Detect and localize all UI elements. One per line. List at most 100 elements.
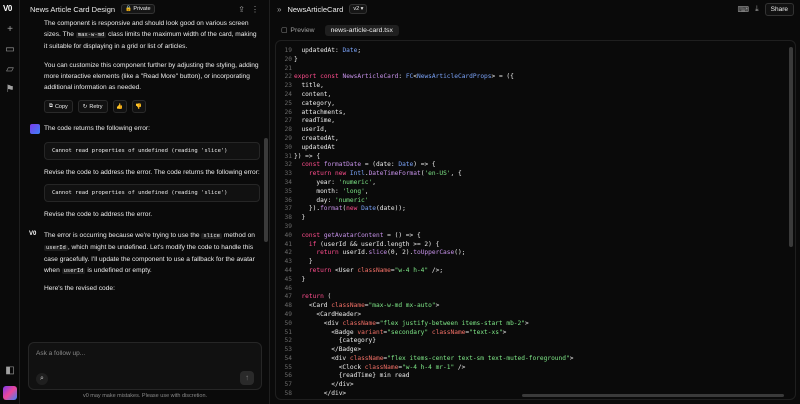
code-line[interactable]: 53 </Badge> xyxy=(276,346,795,355)
line-number: 27 xyxy=(284,117,292,125)
retry-button[interactable]: ↻ Retry xyxy=(77,100,108,113)
code-line[interactable]: 49 <CardHeader> xyxy=(276,311,795,320)
line-number: 44 xyxy=(284,266,292,274)
horizontal-scrollbar[interactable] xyxy=(522,394,784,397)
code-line[interactable]: 20} xyxy=(276,56,795,65)
user-avatar[interactable] xyxy=(3,386,17,400)
code-line[interactable]: 42 return userId.slice(0, 2).toUpperCase… xyxy=(276,249,795,258)
line-text: createdAt, xyxy=(294,134,339,142)
code-line[interactable]: 26 attachments, xyxy=(276,109,795,118)
line-text: <div className="flex justify-between ite… xyxy=(294,319,529,327)
code-line[interactable]: 52 {category} xyxy=(276,337,795,346)
code-line[interactable]: 34 year: 'numeric', xyxy=(276,179,795,188)
code-line[interactable]: 30 updatedAt xyxy=(276,144,795,153)
download-icon[interactable]: ⤓ xyxy=(755,4,759,14)
code-line[interactable]: 29 createdAt, xyxy=(276,135,795,144)
code-line[interactable]: 48 <Card className="max-w-md mx-auto"> xyxy=(276,302,795,311)
copy-button[interactable]: ⧉ Copy xyxy=(44,100,73,113)
line-number: 51 xyxy=(284,328,292,336)
thumbs-up-button[interactable]: 👍 xyxy=(112,100,127,113)
code-line[interactable]: 40 const getAvatarContent = () => { xyxy=(276,232,795,241)
book-icon[interactable]: ▭ xyxy=(4,44,16,56)
line-text: <CardHeader> xyxy=(294,310,362,318)
code-line[interactable]: 23 title, xyxy=(276,82,795,91)
code-line[interactable]: 57 </div> xyxy=(276,381,795,390)
code-line[interactable]: 45 } xyxy=(276,276,795,285)
code-line[interactable]: 47 return ( xyxy=(276,293,795,302)
code-line[interactable]: 51 <Badge variant="secondary" className=… xyxy=(276,329,795,338)
code-line[interactable]: 22 export const NewsArticleCard: FC<NewsA… xyxy=(276,73,795,82)
folder-icon[interactable]: ▱ xyxy=(4,64,16,76)
tab-file[interactable]: news-article-card.tsx xyxy=(324,24,399,36)
code-line[interactable]: 32 const formatDate = (date: Date) => { xyxy=(276,161,795,170)
chat-scrollbar[interactable] xyxy=(264,138,268,242)
line-number: 20 xyxy=(284,55,292,63)
send-button[interactable]: ↑ xyxy=(240,371,254,385)
copy-icon: ⧉ xyxy=(49,103,53,109)
thumbs-down-button[interactable]: 👎 xyxy=(131,100,146,113)
assistant-text: The component is responsive and should l… xyxy=(44,20,257,50)
flag-icon[interactable]: ⚑ xyxy=(4,84,16,96)
sidebar-toggle-icon[interactable]: ◧ xyxy=(4,365,16,377)
line-number: 37 xyxy=(284,205,292,213)
code-line[interactable]: 43 } xyxy=(276,258,795,267)
code-line[interactable]: 19 updatedAt: Date; xyxy=(276,47,795,56)
code-line[interactable]: 41 if (userId && userId.length >= 2) { xyxy=(276,241,795,250)
code-line[interactable]: 50 <div className="flex justify-between … xyxy=(276,320,795,329)
line-number: 26 xyxy=(284,108,292,116)
code-line[interactable]: 27 readTime, xyxy=(276,117,795,126)
code-line[interactable]: 24 content, xyxy=(276,91,795,100)
code-line[interactable]: 21 xyxy=(276,65,795,74)
code-line[interactable]: 33 return new Intl.DateTimeFormat('en-US… xyxy=(276,170,795,179)
line-text: content, xyxy=(294,90,332,98)
private-badge: 🔒 Private xyxy=(121,4,155,14)
chat-title[interactable]: News Article Card Design xyxy=(30,5,115,14)
code-line[interactable]: 39 xyxy=(276,223,795,232)
code-line[interactable]: 36 day: 'numeric' xyxy=(276,197,795,206)
component-name: NewsArticleCard xyxy=(287,4,344,14)
code-line[interactable]: 25 category, xyxy=(276,100,795,109)
line-number: 58 xyxy=(284,390,292,398)
code-line[interactable]: 35 month: 'long', xyxy=(276,188,795,197)
attach-icon[interactable]: ⌕ xyxy=(36,373,48,385)
version-select[interactable]: v2 ▾ xyxy=(349,4,368,14)
code-line[interactable]: 31}) => { xyxy=(276,153,795,162)
share-button[interactable]: Share xyxy=(764,2,794,16)
line-number: 53 xyxy=(284,346,292,354)
more-icon[interactable]: ⋮ xyxy=(251,5,259,14)
v0-logo[interactable]: V0 xyxy=(3,4,17,14)
line-text: <Clock className="w-4 h-4 mr-1" /> xyxy=(294,363,466,371)
vertical-scrollbar[interactable] xyxy=(789,47,793,247)
line-text: day: 'numeric' xyxy=(294,196,369,204)
line-text: } xyxy=(294,55,298,63)
code-line[interactable]: 28 userId, xyxy=(276,126,795,135)
line-number: 32 xyxy=(284,161,292,169)
editor-tabs: ▢ Preview news-article-card.tsx xyxy=(277,24,399,36)
line-number: 56 xyxy=(284,372,292,380)
tab-preview[interactable]: ▢ Preview xyxy=(277,24,319,36)
editor-header: » NewsArticleCard v2 ▾ ⌨ ⤓ Share xyxy=(271,0,800,18)
assistant-message: V0 The error is occurring because we're … xyxy=(29,231,255,292)
line-text: return new Intl.DateTimeFormat('en-US', … xyxy=(308,170,462,178)
code-editor[interactable]: 19 updatedAt: Date; 20} 21 22 export const N… xyxy=(275,40,796,400)
code-line[interactable]: 37 }).format(new Date(date)); xyxy=(276,205,795,214)
code-lines: 19 updatedAt: Date; 20} 21 22 export const N… xyxy=(276,47,795,399)
line-text: {category} xyxy=(294,337,376,345)
code-line[interactable]: 56 {readTime} min read xyxy=(276,372,795,381)
code-line[interactable]: 38 } xyxy=(276,214,795,223)
code-line[interactable]: 54 <div className="flex items-center tex… xyxy=(276,355,795,364)
line-number: 54 xyxy=(284,354,292,362)
terminal-icon[interactable]: ⌨ xyxy=(738,5,750,14)
plus-icon[interactable]: + xyxy=(4,24,16,36)
line-text: <Badge variant="secondary" className="te… xyxy=(294,328,507,336)
preview-icon: ▢ xyxy=(281,27,288,34)
code-line[interactable]: 46 xyxy=(276,285,795,294)
retry-icon: ↻ xyxy=(82,103,88,110)
line-text: category, xyxy=(294,99,335,107)
collapse-icon[interactable]: » xyxy=(277,5,281,14)
share-icon[interactable]: ⇪ xyxy=(238,5,245,14)
follow-up-input[interactable]: Ask a follow up... xyxy=(36,350,85,357)
code-line[interactable]: 55 <Clock className="w-4 h-4 mr-1" /> xyxy=(276,364,795,373)
code-line[interactable]: 44 return <User className="w-4 h-4" />; xyxy=(276,267,795,276)
thumbs-down-icon: 👎 xyxy=(135,103,142,110)
